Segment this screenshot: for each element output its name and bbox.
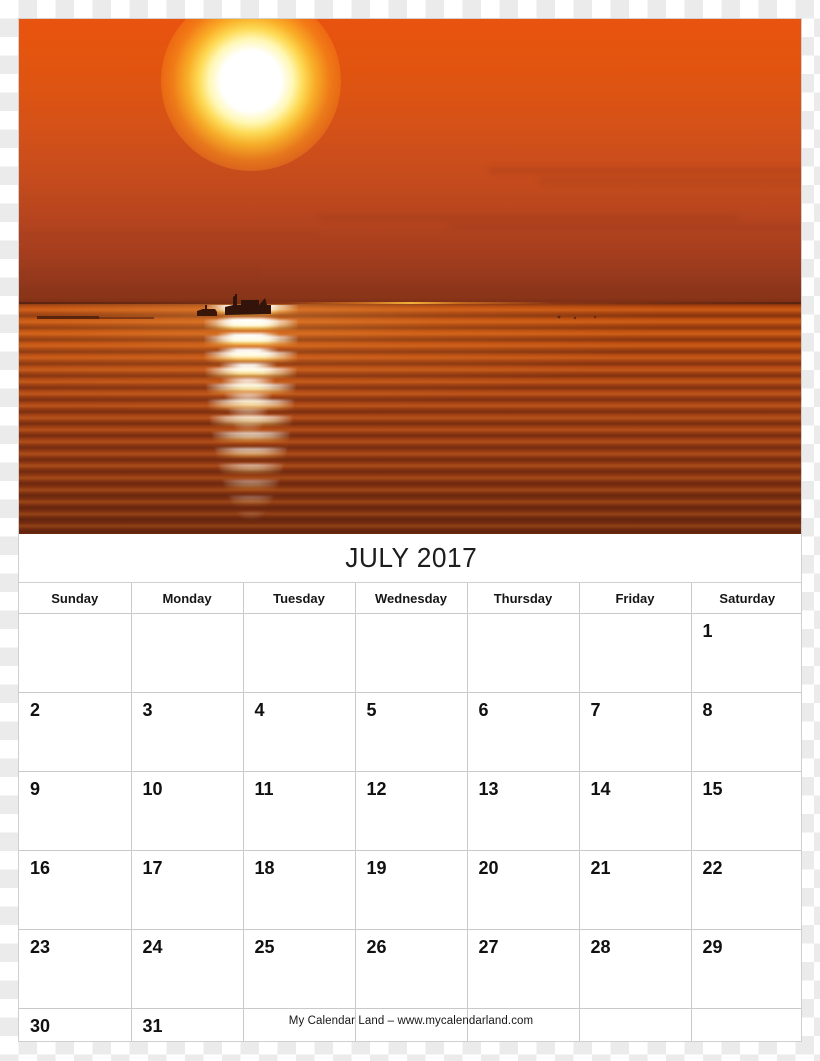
day-cell[interactable]: 21 xyxy=(578,850,692,930)
distant-shore xyxy=(99,317,154,319)
day-cell[interactable]: 11 xyxy=(242,771,356,851)
day-cell[interactable]: 26 xyxy=(354,929,468,1009)
weekday-header-row: Sunday Monday Tuesday Wednesday Thursday… xyxy=(19,583,801,614)
weekday-header-friday: Friday xyxy=(578,583,692,614)
day-cell[interactable] xyxy=(242,1008,356,1041)
day-cell[interactable]: 24 xyxy=(130,929,244,1009)
large-boat-icon xyxy=(225,294,271,315)
weekday-header-wednesday: Wednesday xyxy=(354,583,468,614)
distant-shore xyxy=(37,316,99,319)
day-cell[interactable]: 6 xyxy=(466,692,580,772)
day-cell[interactable]: 30 xyxy=(19,1008,132,1041)
day-cell[interactable]: 27 xyxy=(466,929,580,1009)
weekday-header-sunday: Sunday xyxy=(19,583,132,614)
day-cell[interactable]: 8 xyxy=(690,692,801,772)
calendar-title-band: JULY 2017 xyxy=(19,534,801,583)
week-row: 23 24 25 26 27 28 29 xyxy=(19,929,801,1009)
week-row: 30 31 xyxy=(19,1008,801,1041)
day-cell[interactable]: 22 xyxy=(690,850,801,930)
day-cell[interactable]: 16 xyxy=(19,850,132,930)
day-cell[interactable]: 18 xyxy=(242,850,356,930)
week-row: 2 3 4 5 6 7 8 xyxy=(19,692,801,772)
weekday-header-saturday: Saturday xyxy=(690,583,801,614)
calendar-sheet: JULY 2017 Sunday Monday Tuesday Wednesda… xyxy=(18,18,802,1042)
weekday-header-monday: Monday xyxy=(130,583,244,614)
week-row: 9 10 11 12 13 14 15 xyxy=(19,771,801,851)
day-cell[interactable] xyxy=(690,1008,801,1041)
calendar-photo xyxy=(19,19,801,534)
day-cell[interactable]: 12 xyxy=(354,771,468,851)
day-cell[interactable] xyxy=(354,613,468,693)
weekday-header-thursday: Thursday xyxy=(466,583,580,614)
day-cell[interactable] xyxy=(466,613,580,693)
day-cell[interactable] xyxy=(466,1008,580,1041)
day-cell[interactable]: 29 xyxy=(690,929,801,1009)
day-cell[interactable]: 5 xyxy=(354,692,468,772)
day-cell[interactable] xyxy=(19,613,132,693)
day-cell[interactable]: 15 xyxy=(690,771,801,851)
week-row: 1 xyxy=(19,613,801,693)
day-cell[interactable]: 1 xyxy=(690,613,801,693)
day-cell[interactable]: 2 xyxy=(19,692,132,772)
page-title: JULY 2017 xyxy=(344,542,478,573)
day-cell[interactable] xyxy=(354,1008,468,1041)
weekday-header-tuesday: Tuesday xyxy=(242,583,356,614)
day-cell[interactable]: 4 xyxy=(242,692,356,772)
day-cell[interactable]: 7 xyxy=(578,692,692,772)
day-cell[interactable]: 31 xyxy=(130,1008,244,1041)
day-cell[interactable]: 10 xyxy=(130,771,244,851)
day-cell[interactable]: 25 xyxy=(242,929,356,1009)
day-cell[interactable]: 3 xyxy=(130,692,244,772)
calendar-grid: Sunday Monday Tuesday Wednesday Thursday… xyxy=(19,583,801,1041)
distant-speck xyxy=(557,315,561,319)
week-row: 16 17 18 19 20 21 22 xyxy=(19,850,801,930)
day-cell[interactable]: 28 xyxy=(578,929,692,1009)
day-cell[interactable]: 14 xyxy=(578,771,692,851)
boat-silhouettes xyxy=(37,294,597,320)
day-cell[interactable]: 19 xyxy=(354,850,468,930)
page-canvas: JULY 2017 Sunday Monday Tuesday Wednesda… xyxy=(0,0,820,1061)
day-cell[interactable] xyxy=(242,613,356,693)
distant-speck xyxy=(573,316,577,320)
day-cell[interactable]: 9 xyxy=(19,771,132,851)
day-cell[interactable]: 20 xyxy=(466,850,580,930)
small-boat-icon xyxy=(197,305,217,316)
day-cell[interactable]: 23 xyxy=(19,929,132,1009)
day-cell[interactable] xyxy=(578,613,692,693)
day-cell[interactable]: 17 xyxy=(130,850,244,930)
day-cell[interactable] xyxy=(578,1008,692,1041)
day-cell[interactable]: 13 xyxy=(466,771,580,851)
day-cell[interactable] xyxy=(130,613,244,693)
distant-speck xyxy=(593,315,597,319)
